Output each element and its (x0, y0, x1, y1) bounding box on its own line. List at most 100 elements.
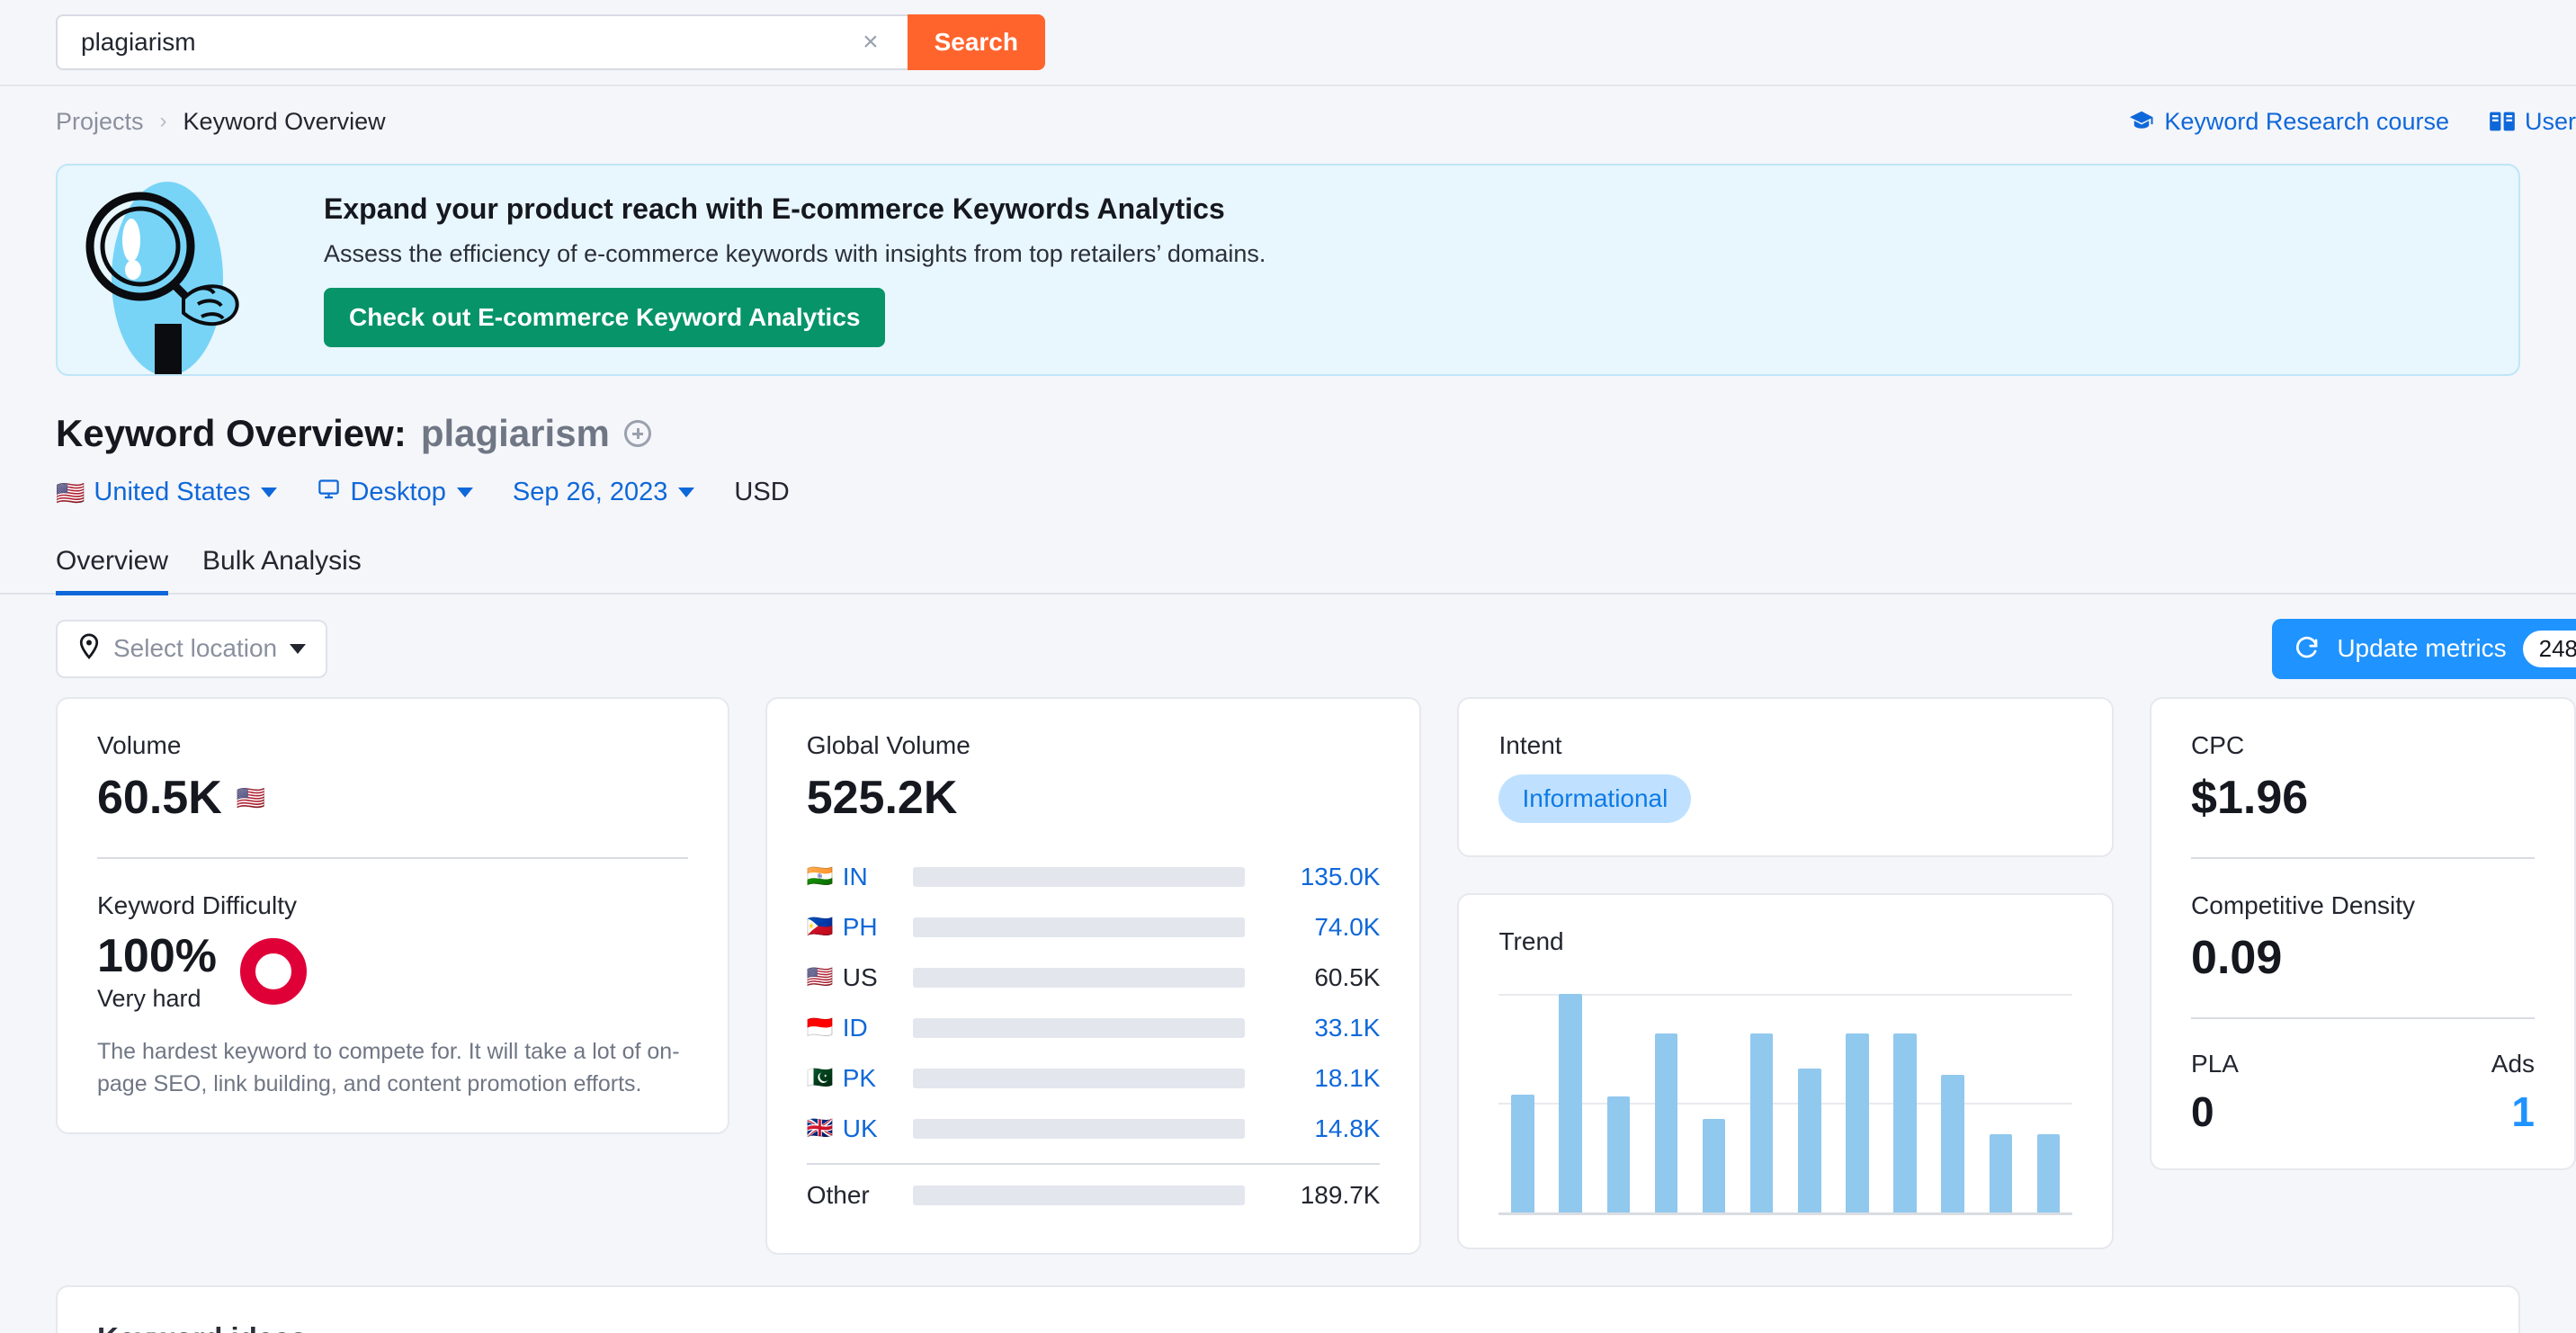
volume-value[interactable]: 18.1K (1245, 1064, 1380, 1093)
promo-banner[interactable]: Expand your product reach with E-commerc… (56, 164, 2520, 376)
search-field[interactable]: × (56, 14, 908, 70)
keyword-difficulty-tier: Very hard (97, 985, 201, 1012)
trend-bar[interactable] (1559, 994, 1582, 1212)
trend-bar[interactable] (2036, 1133, 2061, 1212)
list-item[interactable]: 🇵🇭 PH 74.0K (807, 902, 1381, 953)
flag-icon: 🇵🇰 (806, 1066, 834, 1090)
volume-value[interactable]: 33.1K (1245, 1014, 1380, 1042)
breadcrumb: Projects › Keyword Overview (56, 108, 386, 136)
trend-chart (1498, 989, 2073, 1215)
volume-section: Volume 60.5K 🇺🇸 (58, 699, 728, 857)
country-filter[interactable]: 🇺🇸 United States (56, 478, 278, 507)
flag-icon: 🇺🇸 (56, 479, 85, 506)
ads-value[interactable]: 1 (2363, 1087, 2535, 1136)
volume-bar-track (912, 968, 1246, 988)
banner-text: Expand your product reach with E-commerc… (318, 192, 1266, 347)
volume-bar-track (912, 1119, 1246, 1139)
other-label: Other (806, 1181, 870, 1209)
trend-bars (1498, 989, 2072, 1212)
volume-value: 60.5K (1314, 963, 1381, 991)
trend-bar-slot (1785, 1068, 1833, 1212)
trend-bar-slot (1929, 1074, 1977, 1212)
update-metrics-label: Update metrics (2337, 634, 2507, 662)
keyword-research-course-link[interactable]: Keyword Research course (2128, 108, 2449, 136)
volume-value: 189.7K (1300, 1181, 1381, 1209)
breadcrumb-projects[interactable]: Projects (56, 108, 144, 136)
tab-overview[interactable]: Overview (56, 546, 169, 595)
breadcrumb-bar: Projects › Keyword Overview Keyword Rese… (0, 86, 2576, 157)
trend-bar[interactable] (1511, 1094, 1534, 1212)
keyword-difficulty-label: Keyword Difficulty (97, 891, 298, 919)
cpc-section: CPC $1.96 (2151, 699, 2574, 857)
trend-bar[interactable] (1606, 1096, 1631, 1212)
chevron-down-icon (456, 488, 473, 497)
volume-value: 60.5K (97, 772, 222, 824)
update-metrics-button[interactable]: Update metrics 248 (2272, 618, 2576, 679)
keyword-difficulty-value-row: 100% Very hard (97, 929, 688, 1013)
trend-bar[interactable] (1893, 1033, 1917, 1212)
trend-bar[interactable] (1989, 1133, 2013, 1212)
competitive-density-label: Competitive Density (2191, 891, 2416, 919)
user-manual-label: User (2524, 107, 2576, 135)
banner-subtitle: Assess the efficiency of e-commerce keyw… (324, 240, 1266, 267)
volume-value[interactable]: 135.0K (1245, 863, 1381, 891)
trend-label: Trend (1498, 927, 1564, 955)
flag-icon: 🇺🇸 (806, 965, 834, 989)
flag-icon: 🇵🇭 (806, 915, 834, 939)
clear-icon[interactable]: × (857, 29, 884, 56)
volume-value[interactable]: 14.8K (1245, 1114, 1380, 1143)
country-code[interactable]: IN (843, 863, 913, 891)
user-manual-link[interactable]: User (2489, 108, 2576, 136)
list-item[interactable]: 🇬🇧 UK 14.8K (807, 1104, 1381, 1154)
device-filter[interactable]: Desktop (317, 477, 473, 508)
list-item[interactable]: 🇺🇸 US 60.5K (807, 953, 1381, 1003)
list-item[interactable]: 🇮🇩 ID 33.1K (807, 1003, 1381, 1053)
breadcrumb-current: Keyword Overview (183, 107, 386, 135)
add-keyword-icon[interactable] (623, 420, 651, 447)
intent-badge[interactable]: Informational (1498, 774, 1692, 823)
banner-title: Expand your product reach with E-commerc… (324, 192, 1225, 225)
trend-bar[interactable] (1798, 1068, 1821, 1212)
banner-cta-button[interactable]: Check out E-commerce Keyword Analytics (324, 288, 886, 347)
country-code[interactable]: UK (843, 1114, 913, 1143)
country-code[interactable]: ID (843, 1014, 913, 1042)
help-links: Keyword Research course User (2128, 108, 2576, 136)
volume-value[interactable]: 74.0K (1245, 913, 1380, 942)
cpc-card: CPC $1.96 Competitive Density 0.09 PLA 0… (2150, 697, 2576, 1170)
cpc-value: $1.96 (2191, 772, 2309, 824)
book-icon (2489, 110, 2516, 133)
trend-bar[interactable] (1702, 1118, 1726, 1212)
date-filter[interactable]: Sep 26, 2023 (513, 478, 695, 507)
magnifier-illustration (58, 166, 318, 374)
global-volume-section: Global Volume 525.2K 🇮🇳 IN 135.0K 🇵🇭 PH (767, 699, 1420, 1253)
trend-bar-slot (1833, 1033, 1881, 1212)
cpc-label: CPC (2191, 731, 2245, 759)
search-button[interactable]: Search (907, 14, 1045, 70)
country-code[interactable]: PH (843, 913, 913, 942)
volume-bar-track (912, 1185, 1246, 1205)
trend-bar-slot (1547, 994, 1595, 1212)
trend-bar[interactable] (1941, 1074, 1964, 1212)
ads-cell: Ads 1 (2363, 1050, 2535, 1136)
keyword-ideas-title: Keyword ideas (97, 1321, 2479, 1333)
graduation-cap-icon (2128, 108, 2155, 135)
trend-bar[interactable] (1654, 1033, 1678, 1212)
volume-label: Volume (97, 731, 182, 759)
country-code[interactable]: PK (843, 1064, 913, 1093)
keyword-difficulty-value: 100% (97, 930, 217, 982)
pla-ads-section: PLA 0 Ads 1 (2151, 1019, 2574, 1168)
trend-bar[interactable] (1846, 1033, 1869, 1212)
country-code[interactable]: US (843, 963, 913, 992)
trend-bar-slot (1690, 1118, 1738, 1212)
search-input[interactable] (81, 28, 858, 57)
tab-bulk-analysis[interactable]: Bulk Analysis (202, 546, 362, 595)
trend-bar-slot (1642, 1033, 1690, 1212)
trend-bar[interactable] (1749, 1033, 1774, 1212)
list-item[interactable]: 🇵🇰 PK 18.1K (807, 1053, 1381, 1104)
trend-bar-slot (1595, 1096, 1642, 1212)
select-location-dropdown[interactable]: Select location (56, 619, 328, 678)
trend-section: Trend (1459, 895, 2112, 1248)
keyword-ideas-card: Keyword ideas (56, 1285, 2520, 1333)
global-volume-label: Global Volume (806, 731, 970, 759)
list-item[interactable]: 🇮🇳 IN 135.0K (807, 852, 1381, 902)
